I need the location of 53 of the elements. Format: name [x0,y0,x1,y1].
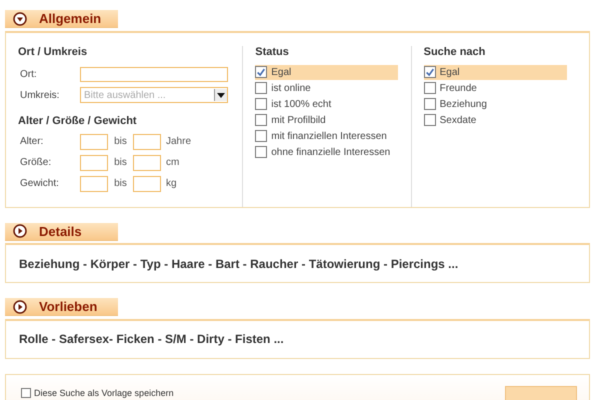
checkbox[interactable] [21,388,31,398]
option-label: Freunde [440,82,477,94]
caret-icon [214,89,227,101]
category-links[interactable]: Beziehung - Körper - Typ - Haare - Bart - Raucher - Tätowierung - Piercings ... [19,256,458,270]
toggle-icon [13,224,27,238]
option-label: ist online [271,82,311,94]
checkbox[interactable] [255,98,268,110]
range-label: bis [113,136,128,147]
option-label: Egal [440,66,460,78]
field-label: Größe: [19,157,52,168]
option-label: mit finanziellen Interessen [271,130,387,142]
field-label: Umkreis: [19,90,60,100]
section-tab[interactable]: Allgemein [5,10,118,28]
field-label: Alter: [19,136,44,147]
checkbox[interactable] [424,66,436,78]
section-tab[interactable]: Details [5,222,118,240]
field-label: Ort: [19,68,38,80]
group-heading: Suche nach [424,46,486,58]
checkbox[interactable] [255,146,268,158]
group-heading: Status [255,46,290,58]
option-label: Beziehung [440,98,487,110]
toggle-icon [13,300,27,314]
input-field[interactable] [133,176,161,192]
input-field[interactable] [80,154,108,170]
unit-label: Jahre [165,136,192,147]
input-field[interactable] [80,66,228,82]
option-label: mit Profilbild [271,114,326,126]
checkbox[interactable] [424,82,436,94]
checkbox[interactable] [255,66,268,78]
section-tab[interactable]: Vorlieben [5,298,118,316]
checkbox[interactable] [424,98,436,110]
checkbox[interactable] [255,82,268,94]
range-label: bis [113,157,128,168]
unit-label: cm [165,157,180,168]
unit-label: kg [165,178,177,189]
option-label: Egal [271,66,292,78]
category-links[interactable]: Rolle - Safersex- Ficken - S/M - Dirty - Fisten ... [19,332,284,346]
field-label: Gewicht: [19,178,60,189]
range-label: bis [113,178,128,189]
input-field[interactable] [133,134,161,150]
input-field[interactable] [133,154,161,170]
group-heading: Ort / Umkreis [18,46,88,58]
option-label: ohne finanzielle Interessen [271,146,390,158]
checkbox[interactable] [255,114,268,126]
checkbox[interactable] [255,130,268,142]
option-label: ist 100% echt [271,98,332,110]
toggle-icon [13,12,27,26]
group-heading: Alter / Größe / Gewicht [18,114,138,126]
option-label: Diese Suche als Vorlage speichern [34,388,174,398]
option-label: Sexdate [440,114,476,126]
input-field[interactable] [80,134,108,150]
checkbox[interactable] [424,114,436,126]
input-field[interactable] [80,176,108,192]
